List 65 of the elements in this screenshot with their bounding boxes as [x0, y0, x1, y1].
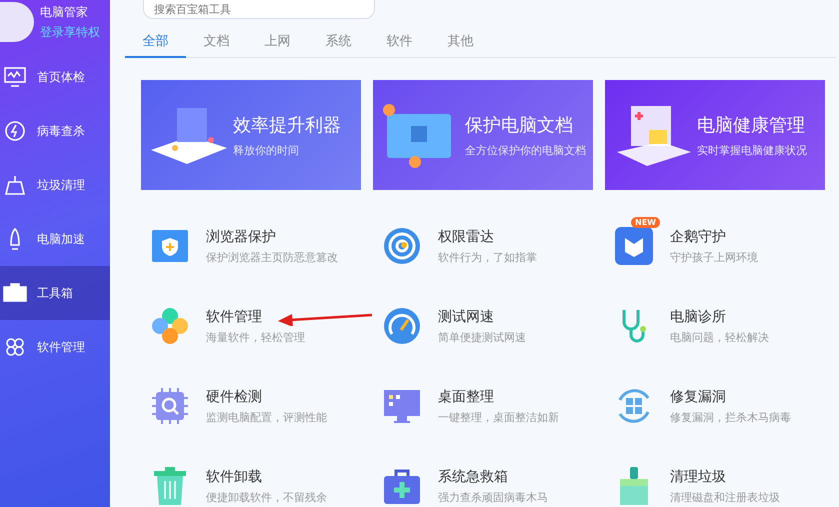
tool-description: 清理磁盘和注册表垃圾	[670, 490, 780, 505]
toolbox-icon	[3, 282, 27, 304]
category-tab[interactable]: 其他	[430, 25, 491, 58]
nav-item[interactable]: 垃圾清理	[0, 158, 110, 212]
chip-magnifier-icon	[150, 386, 190, 426]
nav-item[interactable]: 工具箱	[0, 266, 110, 320]
tool-description: 海量软件，轻松管理	[206, 330, 305, 345]
tool-title[interactable]: 软件卸载	[206, 468, 262, 486]
banner-title: 电脑健康管理	[697, 114, 806, 136]
lightning-circle-icon	[3, 120, 27, 142]
tool-description: 修复漏洞，拦杀木马病毒	[670, 410, 791, 425]
search-field[interactable]: 搜索百宝箱工具	[143, 0, 375, 19]
nav-label: 病毒查杀	[37, 122, 85, 140]
promo-banner[interactable]: 保护电脑文档 全方位保护你的电脑文档	[373, 80, 593, 190]
banner-title: 效率提升利器	[233, 114, 341, 136]
tool-description: 软件行为，了如指掌	[438, 250, 537, 265]
tool-title[interactable]: 浏览器保护	[206, 228, 276, 246]
category-tab[interactable]: 上网	[247, 25, 308, 58]
tool-description: 保护浏览器主页防恶意篡改	[206, 250, 338, 265]
tool-description: 简单便捷测试网速	[438, 330, 526, 345]
radar-icon	[382, 226, 422, 266]
tool-description: 一键整理，桌面整洁如新	[438, 410, 559, 425]
nav-label: 首页体检	[37, 68, 85, 86]
promo-banner[interactable]: 效率提升利器 释放你的时间	[141, 80, 361, 190]
banner-subtitle: 全方位保护你的电脑文档	[465, 142, 586, 158]
banner-subtitle: 释放你的时间	[233, 142, 300, 158]
nav-item[interactable]: 病毒查杀	[0, 104, 110, 158]
tool-description: 强力查杀顽固病毒木马	[438, 490, 548, 505]
tool-title[interactable]: 软件管理	[206, 308, 262, 326]
nav-item[interactable]: 电脑加速	[0, 212, 110, 266]
broom-icon	[3, 174, 27, 196]
category-tab[interactable]: 文档	[186, 25, 247, 58]
tool-title[interactable]: 企鹅守护	[670, 228, 726, 246]
tool-title[interactable]: 桌面整理	[438, 388, 494, 406]
login-link[interactable]: 登录享特权	[40, 24, 100, 40]
nav-item[interactable]: 软件管理	[0, 320, 110, 374]
shield-logo-icon	[614, 226, 654, 266]
tool-description: 监测电脑配置，评测性能	[206, 410, 327, 425]
category-tab[interactable]: 软件	[369, 25, 430, 58]
tool-description: 守护孩子上网环境	[670, 250, 758, 265]
tool-title[interactable]: 权限雷达	[438, 228, 494, 246]
nav-item[interactable]: 首页体检	[0, 50, 110, 104]
nav-label: 垃圾清理	[37, 176, 85, 194]
speedometer-icon	[382, 306, 422, 346]
clover-icon	[150, 306, 190, 346]
tool-title[interactable]: 清理垃圾	[670, 468, 726, 486]
tool-title[interactable]: 系统急救箱	[438, 468, 508, 486]
nav-label: 工具箱	[37, 284, 73, 302]
category-tab[interactable]: 全部	[125, 25, 186, 58]
tool-title[interactable]: 修复漏洞	[670, 388, 726, 406]
nav-label: 电脑加速	[37, 230, 85, 248]
category-tab[interactable]: 系统	[308, 25, 369, 58]
tool-title[interactable]: 电脑诊所	[670, 308, 726, 326]
new-badge: NEW	[631, 217, 660, 228]
user-name: 电脑管家	[40, 4, 89, 20]
promo-banner[interactable]: 电脑健康管理 实时掌握电脑健康状况	[605, 80, 825, 190]
tool-title[interactable]: 硬件检测	[206, 388, 262, 406]
tool-description: 电脑问题，轻松解决	[670, 330, 769, 345]
banner-title: 保护电脑文档	[465, 114, 574, 136]
monitor-pulse-icon	[3, 66, 27, 88]
avatar-placeholder	[0, 2, 34, 42]
tool-title[interactable]: 测试网速	[438, 308, 494, 326]
nav-label: 软件管理	[37, 338, 85, 356]
tool-description: 便捷卸载软件，不留残余	[206, 490, 327, 505]
banner-subtitle: 实时掌握电脑健康状况	[697, 142, 807, 158]
